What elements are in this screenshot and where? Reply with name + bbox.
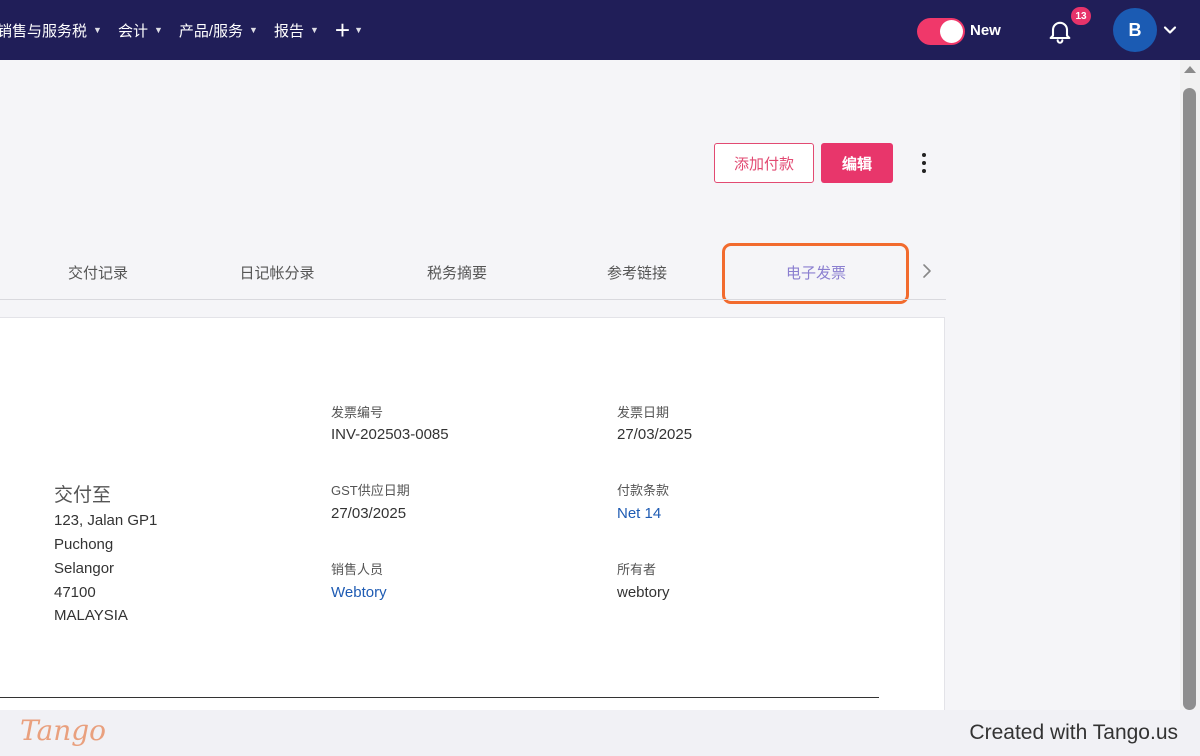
ship-to-line: Puchong: [54, 536, 114, 553]
payment-terms-link[interactable]: Net 14: [617, 505, 661, 522]
nav-sst[interactable]: 销售与服务税 ▼: [0, 20, 102, 41]
ship-to-title: 交付至: [54, 485, 112, 506]
invoice-number-value: INV-202503-0085: [331, 426, 449, 443]
main-nav: 销售与服务税 ▼ 会计 ▼ 产品/服务 ▼ 报告 ▼ + ▼: [0, 0, 363, 60]
tabs-divider: [0, 299, 946, 300]
nav-products[interactable]: 产品/服务 ▼: [179, 20, 258, 41]
chevron-down-icon[interactable]: [1162, 22, 1178, 38]
nav-accounting[interactable]: 会计 ▼: [118, 20, 163, 41]
toggle-knob: [940, 20, 963, 43]
tab-reference-links[interactable]: 参考链接: [607, 262, 667, 283]
new-ui-toggle[interactable]: [917, 18, 965, 45]
add-payment-button[interactable]: 添加付款: [714, 143, 814, 183]
payment-terms-label: 付款条款: [617, 483, 670, 498]
caret-down-icon: ▼: [309, 25, 319, 35]
toggle-label: New: [970, 22, 1001, 39]
nav-products-label: 产品/服务: [178, 22, 244, 40]
invoice-number-label: 发票编号: [331, 405, 384, 420]
tango-logo: Tango: [20, 714, 107, 747]
ship-to-line: 47100: [54, 584, 96, 601]
salesperson-link[interactable]: Webtory: [331, 584, 387, 601]
scrollbar-thumb[interactable]: [1183, 88, 1196, 710]
caret-down-icon: ▼: [153, 25, 163, 35]
nav-sst-label: 销售与服务税: [0, 22, 88, 40]
chevron-right-icon[interactable]: [919, 262, 935, 280]
plus-icon: +: [334, 15, 351, 45]
gst-date-label: GST供应日期: [331, 483, 410, 498]
scroll-up-arrow-icon[interactable]: [1184, 66, 1196, 73]
notification-badge: 13: [1071, 7, 1091, 25]
invoice-date-value: 27/03/2025: [617, 426, 693, 443]
ship-to-line: 123, Jalan GP1: [54, 512, 158, 529]
salesperson-label: 销售人员: [331, 562, 384, 577]
nav-create-button[interactable]: + ▼: [335, 17, 363, 43]
edit-button[interactable]: 编辑: [821, 143, 893, 183]
avatar[interactable]: B: [1113, 8, 1157, 52]
nav-reports-label: 报告: [273, 22, 304, 40]
invoice-date-label: 发票日期: [617, 405, 670, 420]
tab-highlight-box: [722, 243, 909, 304]
ship-to-line: MALAYSIA: [54, 607, 128, 624]
owner-label: 所有者: [617, 562, 657, 577]
nav-accounting-label: 会计: [117, 22, 148, 40]
caret-down-icon: ▼: [354, 25, 364, 35]
section-divider: [0, 697, 879, 698]
tab-journal-entries[interactable]: 日记帐分录: [239, 262, 314, 283]
tab-tax-summary[interactable]: 税务摘要: [427, 262, 487, 283]
ship-to-line: Selangor: [54, 560, 115, 577]
owner-value: webtory: [617, 584, 670, 601]
bell-icon[interactable]: [1046, 17, 1074, 45]
nav-reports[interactable]: 报告 ▼: [274, 20, 319, 41]
tab-delivery-records[interactable]: 交付记录: [68, 262, 128, 283]
gst-date-value: 27/03/2025: [331, 505, 407, 522]
caret-down-icon: ▼: [249, 25, 258, 35]
created-with-text: Created with Tango.us: [969, 721, 1178, 744]
more-options-icon[interactable]: [914, 150, 934, 176]
caret-down-icon: ▼: [93, 25, 102, 35]
